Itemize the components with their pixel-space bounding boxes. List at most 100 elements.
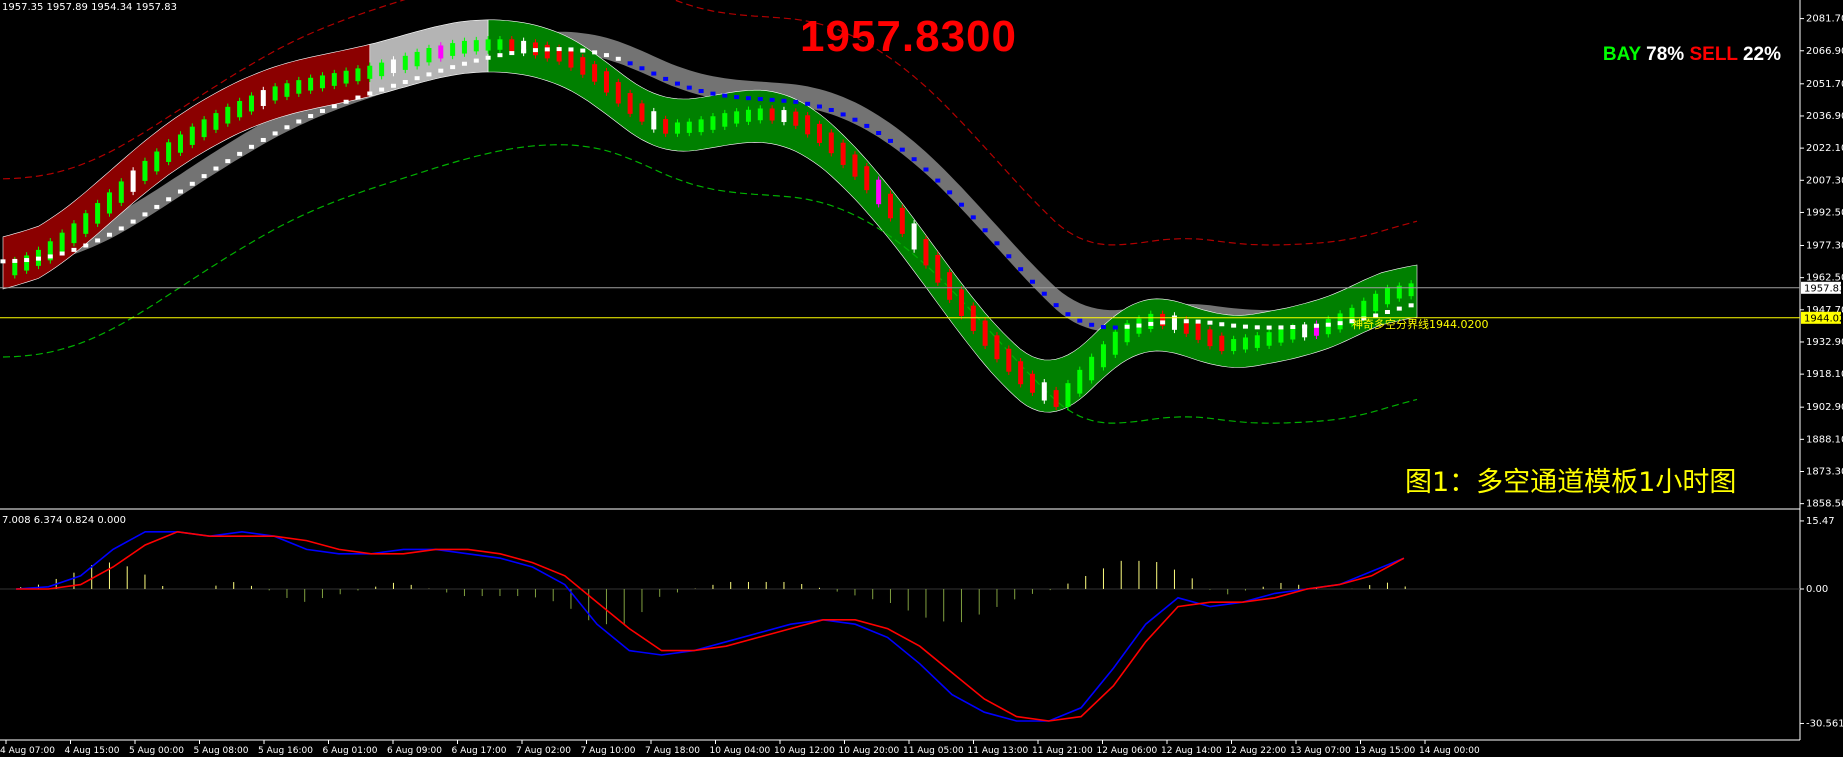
x-tick-label: 12 Aug 06:00	[1097, 746, 1158, 756]
x-tick-label: 14 Aug 00:00	[1419, 746, 1480, 756]
candle-body	[118, 181, 124, 203]
candle-body	[166, 142, 172, 162]
candle-body	[343, 70, 349, 84]
candle-body	[1053, 390, 1059, 407]
candle-body	[24, 255, 30, 271]
candle-body	[568, 51, 574, 68]
candle-body	[781, 110, 787, 123]
x-tick-label: 5 Aug 00:00	[129, 746, 184, 756]
candle-body	[816, 123, 822, 143]
candle-body	[367, 65, 373, 79]
signal-dot	[343, 99, 349, 104]
signal-dot	[544, 47, 550, 52]
signal-dot	[1124, 324, 1130, 329]
macd-tick-label: -30.561	[1806, 718, 1843, 729]
candle-body	[106, 192, 112, 214]
signal-dot	[722, 93, 728, 98]
signal-dot	[615, 56, 621, 61]
level-line-label: 神奇多空分界线1944.0200	[1352, 318, 1489, 331]
price-chart[interactable]: 2081.70 2066.90 2051.70 2036.90 2022.10 2007.…	[0, 0, 1843, 757]
candle-body	[627, 93, 633, 114]
x-tick-label: 11 Aug 21:00	[1032, 746, 1093, 756]
signal-dot	[1278, 325, 1284, 330]
signal-dot	[0, 259, 6, 264]
candle-body	[450, 43, 456, 56]
signal-dot	[438, 68, 444, 73]
signal-dot	[1231, 323, 1237, 328]
signal-dot	[189, 181, 195, 186]
candle-body	[887, 193, 893, 219]
candle-body	[130, 170, 136, 192]
candle-body	[154, 151, 160, 172]
signal-dot	[402, 79, 408, 84]
signal-dot	[1396, 306, 1402, 311]
candle-body	[438, 45, 444, 59]
signal-dot	[935, 178, 941, 183]
sell-label: SELL	[1689, 44, 1738, 65]
candle-body	[651, 111, 657, 130]
signal-dot	[923, 167, 929, 172]
candle-body	[911, 223, 917, 250]
y-tick-label: 1918.10	[1806, 369, 1843, 380]
signal-dot	[887, 138, 893, 143]
macd-readout: 7.008 6.374 0.824 0.000	[2, 515, 127, 526]
signal-dot	[12, 258, 18, 263]
signal-dot	[47, 254, 53, 259]
signal-dot	[1018, 267, 1024, 272]
signal-dot	[390, 83, 396, 88]
signal-dot	[509, 51, 515, 56]
candle-body	[710, 116, 716, 130]
signal-dot	[1302, 324, 1308, 329]
signal-dot	[450, 65, 456, 70]
signal-dot	[59, 251, 65, 256]
x-tick-label: 6 Aug 09:00	[387, 746, 442, 756]
signal-dot	[237, 151, 243, 156]
signal-dot	[603, 53, 609, 58]
signal-dot	[698, 89, 704, 94]
signal-dot	[651, 71, 657, 76]
x-tick-label: 7 Aug 02:00	[516, 746, 571, 756]
candle-body	[615, 82, 621, 104]
candle-body	[1278, 329, 1284, 343]
current-price-display: 1957.8300	[800, 12, 1017, 61]
candle-body	[1254, 335, 1260, 348]
signal-dot	[521, 49, 527, 54]
candle-body	[698, 119, 704, 133]
candle-body	[1384, 288, 1390, 305]
candle-body	[793, 111, 799, 126]
signal-dot	[994, 241, 1000, 246]
candle-body	[592, 64, 598, 82]
y-tick-label: 2051.70	[1806, 79, 1843, 90]
candle-body	[260, 90, 266, 106]
candle-body	[864, 166, 870, 191]
trend-channel-segment	[487, 19, 1418, 413]
signal-dot	[24, 258, 30, 263]
signal-dot	[1313, 323, 1319, 328]
signal-dot	[130, 219, 136, 224]
candle-body	[1065, 383, 1071, 407]
candle-body	[402, 55, 408, 70]
signal-dot	[627, 61, 633, 66]
candle-body	[1029, 373, 1035, 393]
signal-dot	[769, 97, 775, 102]
signal-dot	[260, 137, 266, 142]
y-tick-label: 1902.90	[1806, 402, 1843, 413]
signal-dot	[805, 101, 811, 106]
y-tick-label: 1932.90	[1806, 337, 1843, 348]
trend-channel-segment	[2, 43, 371, 290]
candle-body	[1018, 361, 1024, 385]
buy-label: BAY	[1602, 44, 1641, 65]
x-tick-label: 13 Aug 07:00	[1290, 746, 1351, 756]
signal-dot	[592, 50, 598, 55]
signal-dot	[970, 215, 976, 220]
signal-dot	[1077, 318, 1083, 323]
candle-body	[840, 142, 846, 165]
x-tick-label: 11 Aug 05:00	[903, 746, 964, 756]
candle-body	[1231, 339, 1237, 352]
signal-dot	[1207, 320, 1213, 325]
x-tick-label: 4 Aug 07:00	[0, 746, 55, 756]
candle-body	[331, 73, 337, 86]
signal-dot	[734, 95, 740, 100]
candle-body	[1041, 382, 1047, 401]
candle-body	[639, 103, 645, 122]
